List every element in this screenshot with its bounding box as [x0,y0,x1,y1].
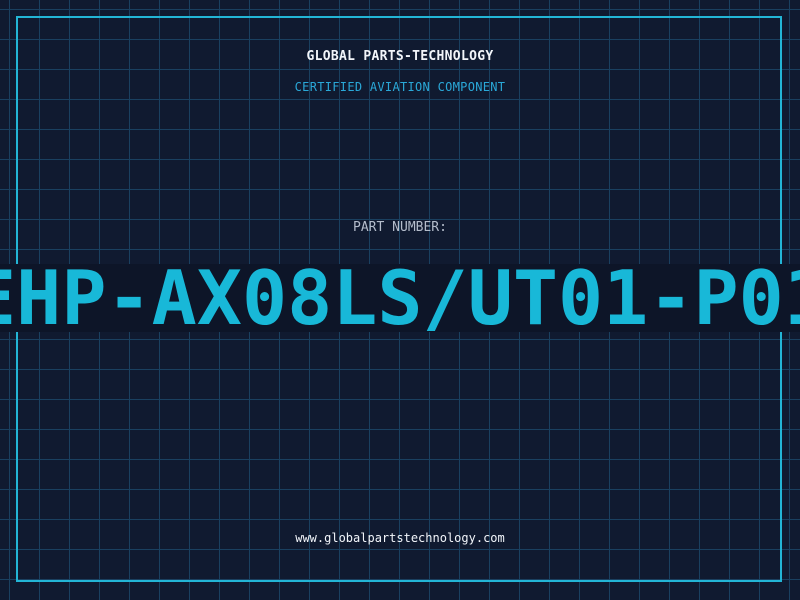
part-number-band: EHP-AX08LS/UT01-P01 [0,264,800,332]
part-number-label: PART NUMBER: [353,220,447,235]
part-number-value: EHP-AX08LS/UT01-P01 [0,264,800,332]
company-name: GLOBAL PARTS-TECHNOLOGY [306,49,494,64]
certificate-canvas: GLOBAL PARTS-TECHNOLOGY CERTIFIED AVIATI… [0,0,800,600]
tagline: CERTIFIED AVIATION COMPONENT [294,80,506,94]
website-url: www.globalpartstechnology.com [295,531,505,545]
